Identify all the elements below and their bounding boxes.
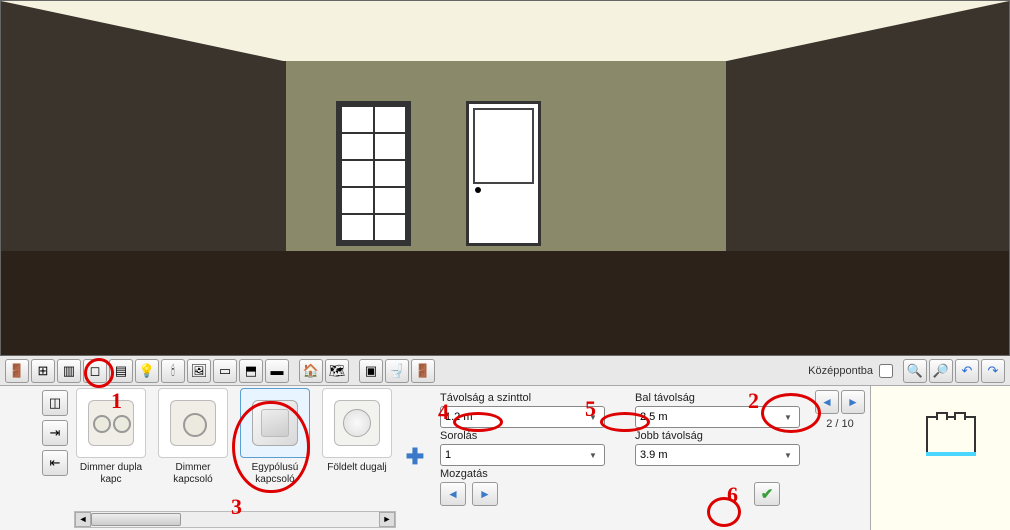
- catalog-item-single-pole[interactable]: Egypólusú kapcsoló: [238, 388, 312, 508]
- ceiling-lamp-button[interactable]: 💡: [135, 359, 159, 383]
- minimap[interactable]: [870, 386, 1010, 530]
- dist-level-field[interactable]: [445, 411, 586, 423]
- scroll-right-button[interactable]: ►: [379, 512, 395, 527]
- prev-wall-button[interactable]: ◄: [815, 390, 839, 414]
- scroll-left-button[interactable]: ◄: [75, 512, 91, 527]
- array-input[interactable]: ▼: [440, 444, 605, 466]
- toilet-tool-button[interactable]: 🚽: [385, 359, 409, 383]
- left-dist-label: Bal távolság: [635, 392, 800, 404]
- floor-lamp-button[interactable]: 🕯: [161, 359, 185, 383]
- side-button-3[interactable]: ⇤: [42, 450, 68, 476]
- room-floor: [1, 246, 1009, 356]
- catalog-item-label: Dimmer dupla kapc: [74, 462, 148, 488]
- catalog-item-label: Földelt dugalj: [320, 462, 394, 488]
- active-wall-highlight: [926, 452, 976, 456]
- move-label: Mozgatás: [440, 468, 498, 480]
- move-left-button[interactable]: ◄: [440, 482, 466, 506]
- interior-door-2: [466, 101, 541, 246]
- scroll-thumb[interactable]: [91, 513, 181, 526]
- next-wall-button[interactable]: ►: [841, 390, 865, 414]
- catalog-item-socket[interactable]: Földelt dugalj: [320, 388, 394, 508]
- chevron-down-icon[interactable]: ▼: [781, 413, 795, 422]
- wall-navigator: ◄ ► 2 / 10: [810, 386, 870, 530]
- building-tool-button[interactable]: 🏠: [299, 359, 323, 383]
- left-dist-field[interactable]: [640, 411, 781, 423]
- catalog-item-dimmer-double[interactable]: Dimmer dupla kapc: [74, 388, 148, 508]
- wall-counter: 2 / 10: [814, 418, 866, 430]
- column-tool-button[interactable]: ▥: [57, 359, 81, 383]
- undo-button[interactable]: ↶: [955, 359, 979, 383]
- roof-tool-button[interactable]: ⬒: [239, 359, 263, 383]
- center-checkbox[interactable]: [879, 364, 893, 378]
- radiator-tool-button[interactable]: ▤: [109, 359, 133, 383]
- move-right-button[interactable]: ►: [472, 482, 498, 506]
- catalog-scrollbar[interactable]: ◄ ►: [74, 511, 396, 528]
- array-field[interactable]: [445, 449, 586, 461]
- chevron-down-icon[interactable]: ▼: [586, 413, 600, 422]
- 3d-viewport[interactable]: [0, 0, 1010, 356]
- carpet-tool-button[interactable]: ▭: [213, 359, 237, 383]
- right-dist-field[interactable]: [640, 449, 781, 461]
- catalog-item-label: Dimmer kapcsoló: [156, 462, 230, 488]
- toolbar: 🚪 ⊞ ▥ ◻ ▤ 💡 🕯 🖼 ▭ ⬒ ▬ 🏠 🗺 ▣ 🚽 🚪 Középpon…: [0, 356, 1010, 386]
- add-item-button[interactable]: ✚: [403, 446, 427, 470]
- array-label: Sorolás: [440, 430, 605, 442]
- confirm-button[interactable]: ✔: [754, 482, 780, 506]
- switch-tool-button[interactable]: ◻: [83, 359, 107, 383]
- dist-level-label: Távolság a szinttol: [440, 392, 605, 404]
- slab-tool-button[interactable]: ▬: [265, 359, 289, 383]
- chevron-down-icon[interactable]: ▼: [781, 451, 795, 460]
- side-button-2[interactable]: ⇥: [42, 420, 68, 446]
- wardrobe-tool-button[interactable]: 🚪: [411, 359, 435, 383]
- zoom-out-button[interactable]: 🔎: [929, 359, 953, 383]
- picture-tool-button[interactable]: 🖼: [187, 359, 211, 383]
- door-tool-button[interactable]: 🚪: [5, 359, 29, 383]
- catalog-panel: Dimmer dupla kapc Dimmer kapcsoló Egypól…: [70, 386, 400, 530]
- map-tool-button[interactable]: 🗺: [325, 359, 349, 383]
- catalog-item-dimmer-single[interactable]: Dimmer kapcsoló: [156, 388, 230, 508]
- center-checkbox-label: Középpontba: [808, 365, 873, 377]
- right-dist-input[interactable]: ▼: [635, 444, 800, 466]
- lower-panel: ◫ ⇥ ⇤ Dimmer dupla kapc Dimmer kapcsoló …: [0, 386, 1010, 530]
- side-tool-column: ◫ ⇥ ⇤: [40, 386, 70, 530]
- catalog-item-label: Egypólusú kapcsoló: [238, 462, 312, 488]
- stove-tool-button[interactable]: ▣: [359, 359, 383, 383]
- left-dist-input[interactable]: ▼: [635, 406, 800, 428]
- redo-button[interactable]: ↷: [981, 359, 1005, 383]
- right-dist-label: Jobb távolság: [635, 430, 800, 442]
- floorplan-outline: [926, 416, 976, 456]
- interior-door-1: [336, 101, 411, 246]
- zoom-in-button[interactable]: 🔍: [903, 359, 927, 383]
- chevron-down-icon[interactable]: ▼: [586, 451, 600, 460]
- add-column: ✚: [400, 386, 430, 530]
- window-tool-button[interactable]: ⊞: [31, 359, 55, 383]
- properties-panel: Távolság a szinttol ▼ Bal távolság ▼ Sor…: [430, 386, 810, 530]
- catalog-items: Dimmer dupla kapc Dimmer kapcsoló Egypól…: [74, 388, 396, 508]
- dist-level-input[interactable]: ▼: [440, 406, 605, 428]
- side-button-1[interactable]: ◫: [42, 390, 68, 416]
